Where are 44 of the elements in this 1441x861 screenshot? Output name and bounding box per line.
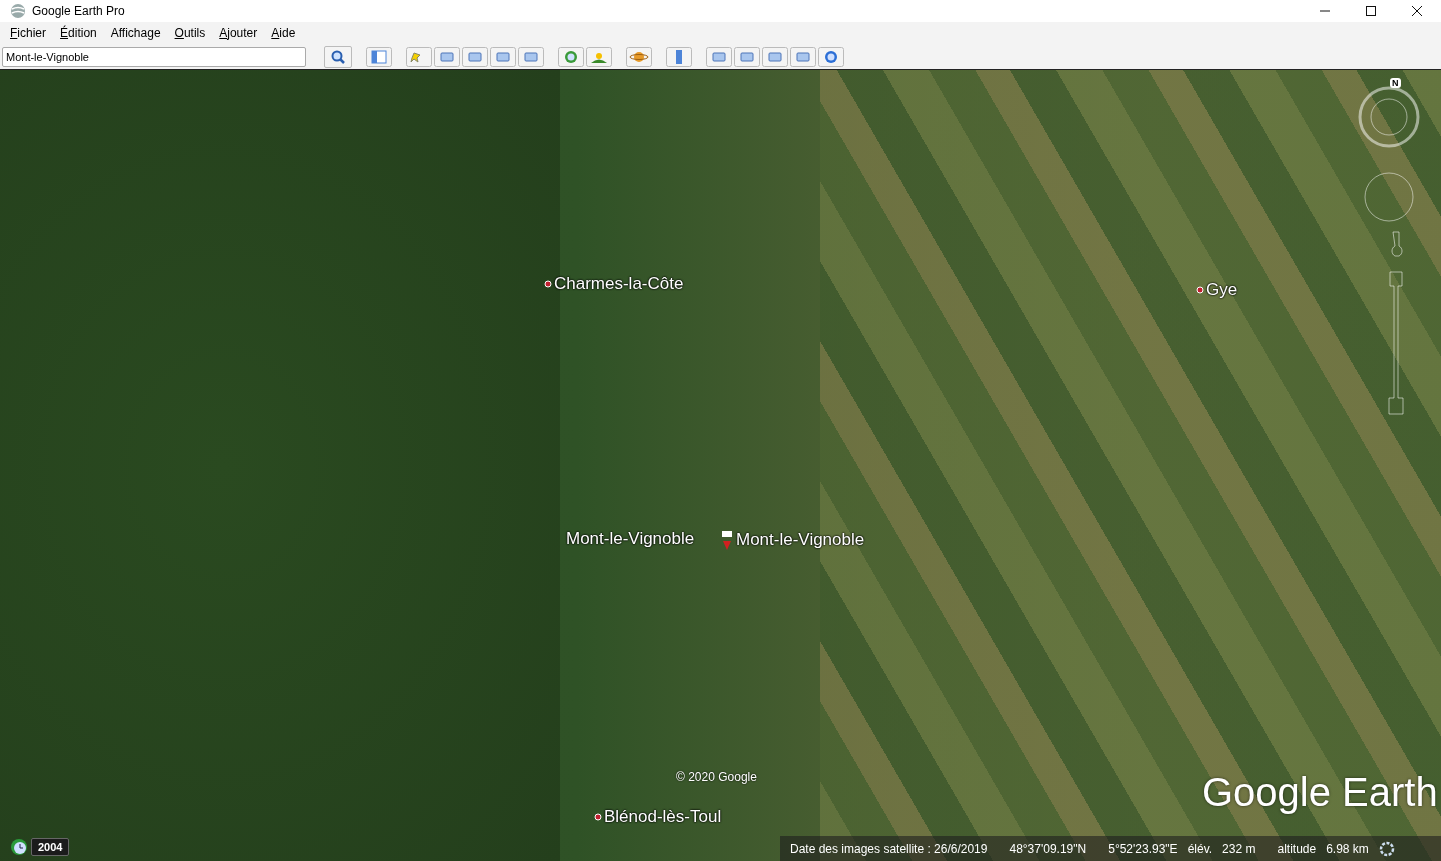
sunlight-icon[interactable] <box>586 46 612 67</box>
imagery-date: Date des images satellite : 26/6/2019 <box>790 841 988 856</box>
menu-item[interactable]: Édition <box>60 26 97 40</box>
zoom-slider-icon[interactable] <box>1386 230 1406 416</box>
planet-icon[interactable] <box>626 46 652 67</box>
altitude-label: altitude <box>1277 841 1317 856</box>
place-marker-icon[interactable] <box>1196 286 1204 294</box>
close-icon[interactable] <box>1411 5 1423 17</box>
place-label[interactable]: Mont-le-Vignoble <box>566 529 695 549</box>
elevation-value: 232 m <box>1222 841 1256 856</box>
pushpin-icon[interactable] <box>406 46 432 67</box>
place-label[interactable]: Gye <box>1206 280 1238 300</box>
latitude: 48°37'09.19"N <box>1009 841 1087 856</box>
menu-item[interactable]: Outils <box>174 26 206 40</box>
altitude-value: 6.98 km <box>1326 841 1369 856</box>
logo-text: Google Earth <box>1202 770 1438 815</box>
place-marker-icon[interactable] <box>544 280 552 288</box>
globe-logo-icon <box>10 3 26 19</box>
elevation-label: élév. <box>1187 841 1213 856</box>
window-title: Google Earth Pro <box>32 4 125 18</box>
place-marker-icon[interactable] <box>594 813 602 821</box>
menu-item[interactable]: Ajouter <box>219 26 258 40</box>
menu-item[interactable]: Affichage <box>110 26 161 40</box>
longitude: 5°52'23.93"E <box>1108 841 1178 856</box>
search-field[interactable]: Mont-le-Vignoble <box>2 46 306 67</box>
place-label[interactable]: Mont-le-Vignoble <box>736 530 865 550</box>
search-button[interactable] <box>324 45 352 68</box>
copyright-text: © 2020 Google <box>676 770 757 784</box>
menu-item[interactable]: Aide <box>271 26 296 40</box>
menu-item[interactable]: Fichier <box>10 26 47 40</box>
place-label[interactable]: Charmes-la-Côte <box>554 274 684 294</box>
search-icon <box>330 48 346 65</box>
map-pin-icon[interactable] <box>720 529 734 551</box>
maximize-icon[interactable] <box>1365 5 1377 17</box>
year-badge[interactable]: 2004 <box>31 838 70 856</box>
clock-icon[interactable] <box>10 838 28 856</box>
look-joystick-icon[interactable] <box>1364 172 1414 222</box>
ruler-icon[interactable] <box>666 46 692 67</box>
sidebar-icon[interactable] <box>366 46 392 67</box>
globe-icon[interactable] <box>818 46 844 67</box>
loading-icon <box>1378 840 1395 857</box>
compass-ring-icon[interactable] <box>1358 86 1420 148</box>
place-label[interactable]: Blénod-lès-Toul <box>604 807 722 827</box>
compass-letter[interactable]: N <box>1390 78 1401 88</box>
